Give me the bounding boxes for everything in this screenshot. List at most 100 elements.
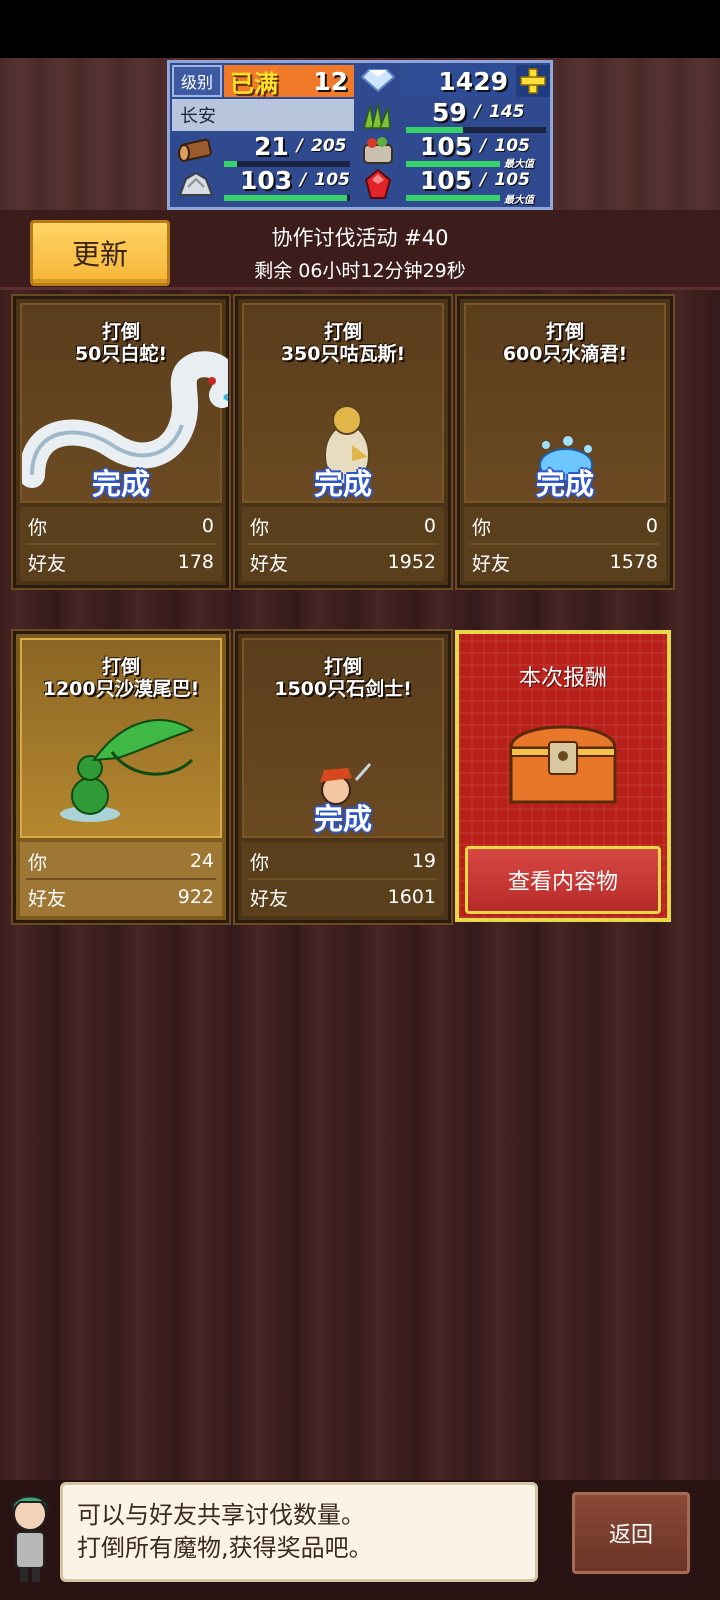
you-row: 你 19 (246, 846, 440, 876)
task-line2: 1500只石剑士! (274, 678, 412, 700)
level-status-box: 已满 12 (224, 65, 354, 98)
task-line1: 打倒 (101, 321, 140, 343)
system-status-bar (0, 0, 720, 58)
task-line1: 打倒 (101, 656, 140, 678)
ruby-current: 105 (420, 165, 473, 195)
view-contents-button[interactable]: 查看内容物 (465, 846, 661, 914)
you-row: 你0 (24, 511, 218, 541)
friends-count: 1952 (387, 551, 436, 573)
treasure-chest-icon (509, 725, 617, 804)
level-label-box: 级别 (172, 65, 222, 97)
task-line1: 打倒 (545, 321, 584, 343)
wood-current: 21 (254, 131, 289, 161)
done-label: 完成 (91, 467, 150, 501)
friends-label: 好友 (472, 552, 511, 575)
friends-row: 好友 178 (24, 547, 218, 577)
back-button[interactable]: 返回 (572, 1492, 690, 1574)
level-status: 已满 (230, 69, 278, 98)
you-label: 你 (28, 851, 48, 874)
update-button[interactable]: 更新 (30, 220, 170, 286)
friends-row: 好友 1952 (246, 547, 440, 577)
you-count: 0 (201, 515, 214, 537)
level-value: 12 (313, 66, 348, 96)
ore-value: 103 / 105 (224, 165, 352, 195)
friends-label: 好友 (28, 887, 67, 910)
ruby-slash: / (480, 170, 487, 190)
plus-icon[interactable] (516, 65, 550, 97)
divider (26, 878, 216, 880)
you-row: 你0 (246, 511, 440, 541)
friends-row: 好友 1578 (468, 547, 662, 577)
task-line2: 1200只沙漠尾巴! (42, 678, 200, 700)
reward-title: 本次报酬 (518, 666, 607, 691)
location-box: 长安 (172, 99, 354, 131)
you-label: 你 (250, 851, 270, 874)
ore-bar (224, 195, 350, 201)
wood-max: 205 (311, 136, 347, 156)
ore-max: 105 (314, 170, 350, 190)
friends-row: 好友 1601 (246, 882, 440, 912)
you-row: 你 24 (24, 846, 218, 876)
quest-card-stone-swordsman[interactable]: 打倒 1500只石剑士! 完成 你 19 好友 1601 (235, 631, 451, 923)
done-label: 完成 (535, 467, 594, 501)
food-max: 105 (494, 136, 530, 156)
ruby-max-tag: 最大值 (504, 195, 534, 206)
divider (248, 543, 438, 545)
you-label: 你 (28, 516, 48, 539)
gems-box: 1429 (402, 65, 514, 97)
diamond-icon (356, 63, 400, 97)
friends-label: 好友 (250, 552, 289, 575)
task-line2: 50只白蛇! (74, 343, 168, 365)
ruby-bar (406, 195, 500, 201)
grass-value: 59 / 145 (402, 97, 550, 127)
food-icon (356, 133, 400, 167)
grass-icon (356, 99, 400, 133)
friends-count: 922 (177, 886, 214, 908)
hint-dialog: 可以与好友共享讨伐数量。 打倒所有魔物,获得奖品吧。 (60, 1482, 538, 1582)
you-count: 24 (189, 850, 214, 872)
quest-card-white-snake[interactable]: 打倒 50只白蛇! 完成 你0 好友 178 (13, 296, 229, 588)
you-row: 你0 (468, 511, 662, 541)
friends-count: 178 (177, 551, 214, 573)
divider (470, 543, 660, 545)
done-label: 完成 (313, 467, 372, 501)
event-title: 协作讨伐活动 #40 (271, 226, 449, 250)
ore-icon (174, 167, 218, 201)
friends-label: 好友 (28, 552, 67, 575)
ruby-icon (356, 167, 400, 201)
quest-card-guwasi[interactable]: 打倒 350只咕瓦斯! 完成 你0 好友 1952 (235, 296, 451, 588)
done-label: 完成 (313, 802, 372, 836)
card-task: 打倒 50只白蛇! (16, 321, 226, 365)
card-task: 打倒 1500只石剑士! (238, 656, 448, 700)
food-current: 105 (420, 131, 473, 161)
grass-slash: / (474, 102, 482, 122)
grass-max: 145 (489, 102, 525, 122)
friends-count: 1578 (609, 551, 658, 573)
you-count: 0 (423, 515, 436, 537)
hint-line1: 可以与好友共享讨伐数量。 (77, 1501, 365, 1529)
task-line1: 打倒 (323, 321, 362, 343)
you-count: 0 (645, 515, 658, 537)
quest-card-water-drop[interactable]: 打倒 600只水滴君! 完成 你0 好友 1578 (457, 296, 673, 588)
quest-card-desert-tail[interactable]: 打倒 1200只沙漠尾巴! 你 24 好友 922 (13, 631, 229, 923)
you-label: 你 (472, 516, 492, 539)
divider (248, 878, 438, 880)
divider (26, 543, 216, 545)
card-task: 打倒 1200只沙漠尾巴! (16, 656, 226, 700)
grass-current: 59 (432, 97, 467, 127)
ore-slash: / (300, 170, 307, 190)
card-task: 打倒 350只咕瓦斯! (238, 321, 448, 365)
friends-label: 好友 (250, 887, 289, 910)
task-line2: 350只咕瓦斯! (280, 343, 406, 365)
ore-current: 103 (240, 165, 293, 195)
reward-card: 本次报酬 查看内容物 (455, 630, 671, 922)
location-name: 长安 (180, 106, 216, 127)
guide-character-icon (10, 1495, 50, 1582)
wood-value: 21 / 205 (224, 131, 352, 161)
task-line2: 600只水滴君! (502, 343, 628, 365)
level-label: 级别 (180, 73, 213, 92)
hint-line2: 打倒所有魔物,获得奖品吧。 (77, 1534, 373, 1562)
task-line1: 打倒 (323, 656, 362, 678)
friends-row: 好友 922 (24, 882, 218, 912)
wood-slash: / (296, 136, 304, 156)
